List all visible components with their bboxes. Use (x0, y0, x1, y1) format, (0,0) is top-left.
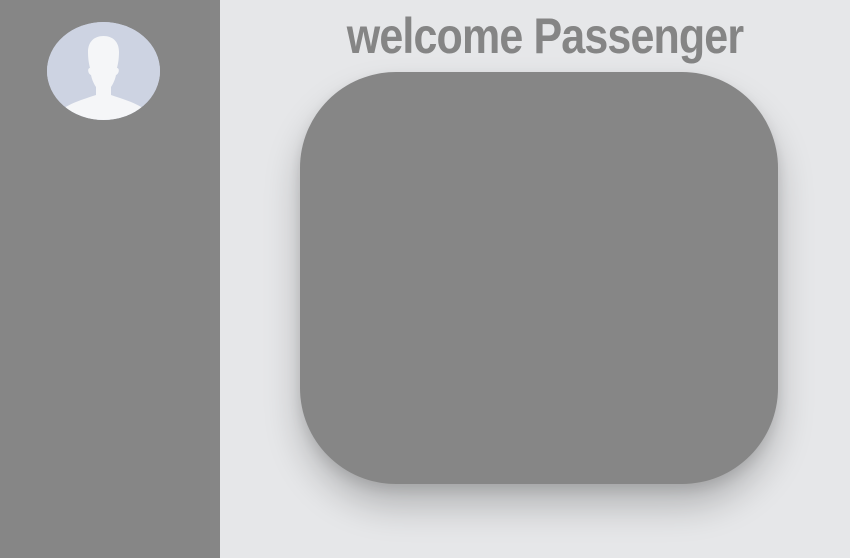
main-area: welcome Passenger (220, 0, 850, 558)
user-silhouette-icon (47, 22, 160, 120)
sidebar (0, 0, 220, 558)
welcome-title: welcome Passenger (346, 8, 744, 64)
content-card (300, 72, 778, 484)
avatar[interactable] (47, 22, 160, 120)
